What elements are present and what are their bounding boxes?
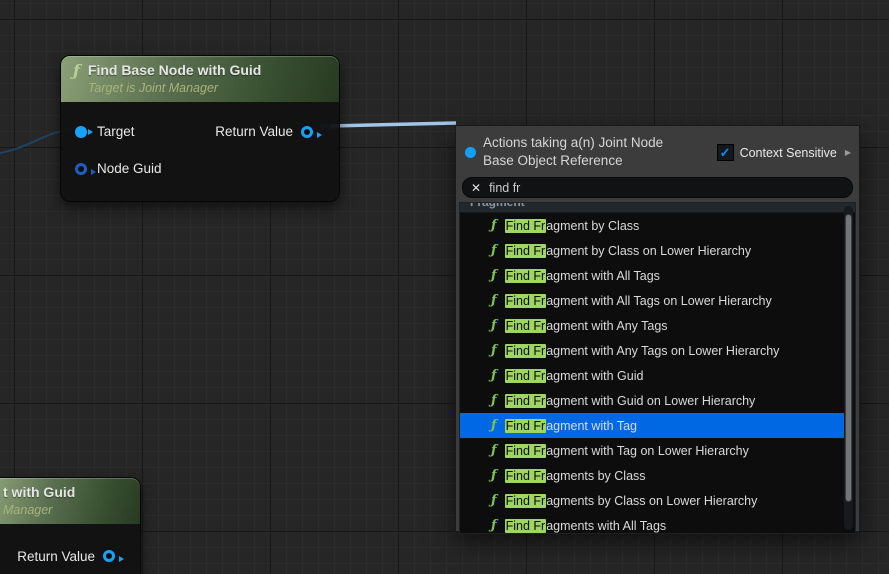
return-value-pin-label: Return Value bbox=[215, 124, 293, 139]
action-list[interactable]: Fragment ƒ Find Fragment by Class ƒ Find Fr… bbox=[459, 202, 856, 534]
function-icon: ƒ bbox=[491, 243, 497, 258]
node-find-base-node-with-guid[interactable]: ƒ Find Base Node with Guid Target is Joi… bbox=[60, 55, 340, 202]
action-menu-title-line2: Base Object Reference bbox=[483, 152, 717, 170]
scrollbar-thumb[interactable] bbox=[845, 214, 852, 502]
action-list-item[interactable]: ƒ Find Fragments by Class on Lower Hierar… bbox=[460, 488, 849, 513]
function-icon: ƒ bbox=[491, 368, 497, 383]
search-match-highlight: Find Fr bbox=[505, 444, 547, 458]
action-label: Find Fragment with All Tags on Lower Hie… bbox=[505, 294, 772, 308]
search-query-text: find fr bbox=[489, 181, 520, 195]
action-label: Find Fragment by Class on Lower Hierarch… bbox=[505, 244, 752, 258]
action-label: Find Fragment with Guid on Lower Hierarc… bbox=[505, 394, 756, 408]
action-list-item[interactable]: ƒ Find Fragments with All Tags bbox=[460, 513, 849, 534]
search-match-highlight: Find Fr bbox=[505, 294, 547, 308]
search-match-highlight: Find Fr bbox=[505, 319, 547, 333]
action-list-item[interactable]: ƒ Find Fragment with Guid on Lower Hierar… bbox=[460, 388, 849, 413]
node-body: Target Return Value Node Guid bbox=[61, 102, 339, 201]
action-list-item[interactable]: ƒ Find Fragment with All Tags on Lower Hi… bbox=[460, 288, 849, 313]
function-icon: ƒ bbox=[491, 518, 497, 533]
action-list-item[interactable]: ƒ Find Fragment with Any Tags bbox=[460, 313, 849, 338]
node-guid-pin[interactable] bbox=[75, 163, 87, 175]
action-list-item[interactable]: ƒ Find Fragments by Class bbox=[460, 463, 849, 488]
checkmark-icon: ✓ bbox=[720, 145, 731, 160]
search-match-highlight: Find Fr bbox=[505, 244, 547, 258]
search-match-highlight: Find Fr bbox=[505, 469, 547, 483]
action-label: Find Fragment with Guid bbox=[505, 369, 644, 383]
category-header-partial[interactable]: Fragment bbox=[460, 203, 855, 213]
function-icon: ƒ bbox=[491, 293, 497, 308]
action-list-item[interactable]: ƒ Find Fragment by Class on Lower Hierarc… bbox=[460, 238, 849, 263]
clear-search-icon[interactable]: ✕ bbox=[471, 182, 481, 194]
function-icon: ƒ bbox=[491, 343, 497, 358]
target-pin-label: Target bbox=[97, 124, 135, 139]
wire-return-to-popup bbox=[330, 123, 456, 126]
function-icon: ƒ bbox=[491, 493, 497, 508]
action-list-item[interactable]: ƒ Find Fragment by Class bbox=[460, 213, 849, 238]
function-icon: ƒ bbox=[491, 393, 497, 408]
action-list-item[interactable]: ƒ Find Fragment with All Tags bbox=[460, 263, 849, 288]
action-label: Find Fragments with All Tags bbox=[505, 519, 667, 533]
action-label: Find Fragments by Class on Lower Hierarc… bbox=[505, 494, 758, 508]
action-menu-title: Actions taking a(n) Joint Node Base Obje… bbox=[483, 134, 717, 170]
action-label: Find Fragment by Class bbox=[505, 219, 640, 233]
pin-type-dot-icon bbox=[465, 147, 476, 158]
search-match-highlight: Find Fr bbox=[505, 394, 547, 408]
search-match-highlight: Find Fr bbox=[505, 519, 547, 533]
context-sensitive-checkbox[interactable]: ✓ bbox=[717, 144, 734, 161]
action-label: Find Fragment with Tag on Lower Hierarch… bbox=[505, 444, 749, 458]
action-list-item[interactable]: ƒ Find Fragment with Guid bbox=[460, 363, 849, 388]
node-title: t with Guid bbox=[3, 483, 75, 502]
action-label: Find Fragment with Any Tags bbox=[505, 319, 668, 333]
node-subtitle: Target is Joint Manager bbox=[88, 80, 261, 96]
return-value-pin-label: Return Value bbox=[17, 549, 95, 564]
action-label: Find Fragment with Any Tags on Lower Hie… bbox=[505, 344, 780, 358]
search-match-highlight: Find Fr bbox=[505, 419, 547, 433]
action-menu-header: Actions taking a(n) Joint Node Base Obje… bbox=[456, 126, 859, 176]
action-search-input[interactable]: ✕ find fr bbox=[462, 177, 853, 198]
function-icon: ƒ bbox=[491, 218, 497, 233]
action-label: Find Fragments by Class bbox=[505, 469, 646, 483]
target-pin[interactable] bbox=[75, 126, 87, 138]
search-match-highlight: Find Fr bbox=[505, 494, 547, 508]
function-icon: ƒ bbox=[73, 61, 80, 81]
search-match-highlight: Find Fr bbox=[505, 219, 547, 233]
node-guid-pin-label: Node Guid bbox=[97, 161, 162, 176]
context-sensitive-label: Context Sensitive bbox=[740, 146, 837, 160]
return-value-pin[interactable] bbox=[103, 550, 115, 562]
action-rows: ƒ Find Fragment by Class ƒ Find Fragment by… bbox=[460, 213, 855, 534]
node-partial-with-guid[interactable]: t with Guid Manager Return Value bbox=[0, 477, 141, 574]
function-icon: ƒ bbox=[491, 443, 497, 458]
node-header: t with Guid Manager bbox=[0, 478, 140, 524]
action-list-item[interactable]: ƒ Find Fragment with Tag bbox=[460, 413, 849, 438]
blueprint-graph-canvas[interactable]: ƒ Find Base Node with Guid Target is Joi… bbox=[0, 0, 889, 574]
function-icon: ƒ bbox=[491, 468, 497, 483]
expand-arrow-icon[interactable]: ▶ bbox=[845, 148, 851, 157]
scrollbar-track[interactable] bbox=[844, 206, 853, 530]
node-header: ƒ Find Base Node with Guid Target is Joi… bbox=[61, 56, 339, 102]
return-value-pin[interactable] bbox=[301, 126, 313, 138]
search-match-highlight: Find Fr bbox=[505, 369, 547, 383]
action-list-item[interactable]: ƒ Find Fragment with Tag on Lower Hierarc… bbox=[460, 438, 849, 463]
node-subtitle: Manager bbox=[3, 502, 75, 518]
action-label: Find Fragment with Tag bbox=[505, 419, 637, 433]
function-icon: ƒ bbox=[491, 268, 497, 283]
action-menu-title-line1: Actions taking a(n) Joint Node bbox=[483, 134, 717, 152]
search-match-highlight: Find Fr bbox=[505, 344, 547, 358]
function-icon: ƒ bbox=[491, 318, 497, 333]
blueprint-action-menu: Actions taking a(n) Joint Node Base Obje… bbox=[455, 125, 860, 532]
category-label: Fragment bbox=[470, 203, 855, 209]
node-body: Return Value bbox=[0, 524, 140, 574]
node-title: Find Base Node with Guid bbox=[88, 61, 261, 80]
function-icon: ƒ bbox=[491, 418, 497, 433]
action-label: Find Fragment with All Tags bbox=[505, 269, 660, 283]
action-list-item[interactable]: ƒ Find Fragment with Any Tags on Lower Hi… bbox=[460, 338, 849, 363]
search-match-highlight: Find Fr bbox=[505, 269, 547, 283]
